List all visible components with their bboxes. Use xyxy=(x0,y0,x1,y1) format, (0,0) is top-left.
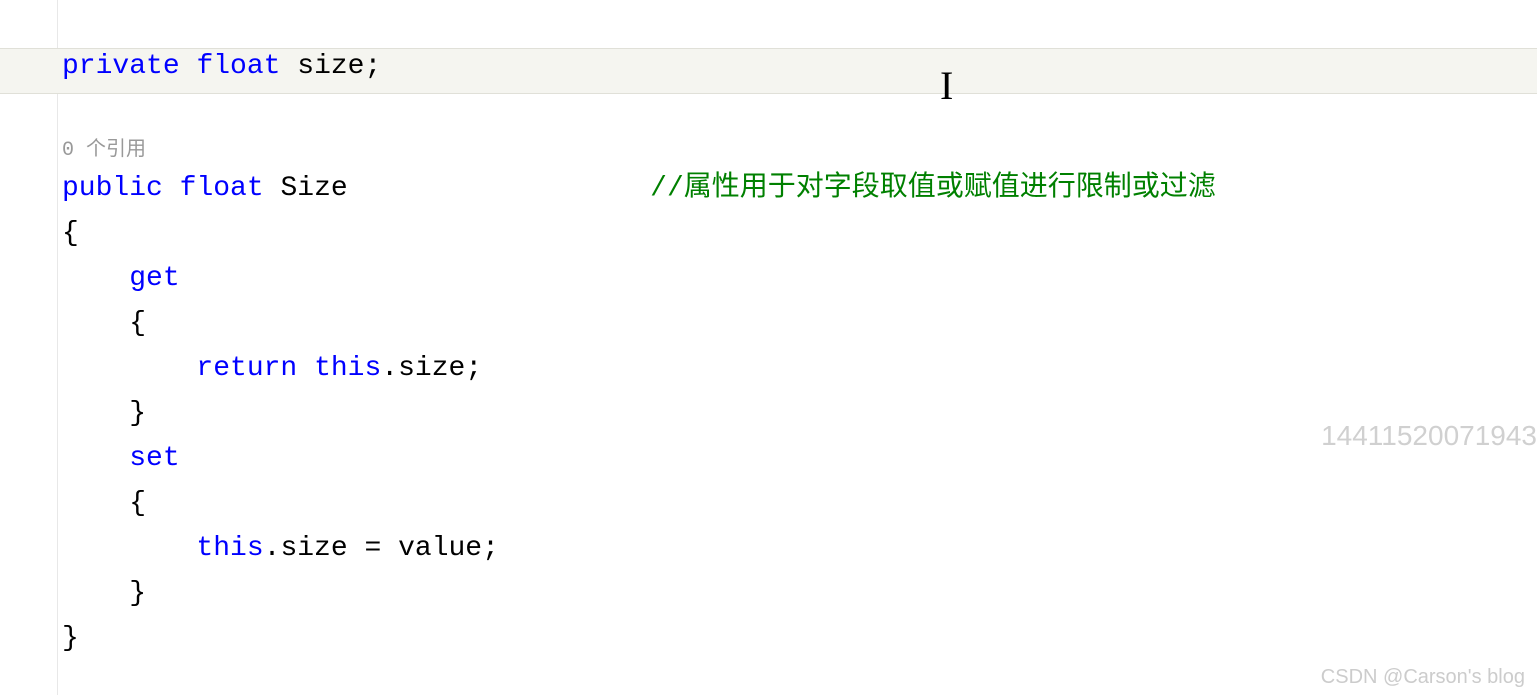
keyword-set: set xyxy=(129,443,179,474)
brace: } xyxy=(129,578,146,609)
code-line-brace-open[interactable]: { xyxy=(62,482,1537,527)
code-line-brace-open[interactable]: { xyxy=(62,212,1537,257)
brace: { xyxy=(62,218,79,249)
line-gutter xyxy=(0,0,58,695)
code-line-assign[interactable]: this.size = value; xyxy=(62,527,1537,572)
keyword-public: public xyxy=(62,173,163,204)
code-editor[interactable]: private float size; 0 个引用 public float S… xyxy=(62,0,1537,662)
code-line-brace-open[interactable]: { xyxy=(62,302,1537,347)
keyword-get: get xyxy=(129,263,179,294)
comment: //属性用于对字段取值或赋值进行限制或过滤 xyxy=(650,173,1216,204)
identifier-size: size xyxy=(280,533,347,564)
text-cursor-icon: I xyxy=(940,62,953,109)
keyword-this: this xyxy=(196,533,263,564)
code-line-field-decl[interactable]: private float size; xyxy=(62,45,1537,90)
dot: . xyxy=(264,533,281,564)
codelens-references[interactable]: 0 个引用 xyxy=(62,135,1537,167)
code-line-brace-close[interactable]: } xyxy=(62,617,1537,662)
dot: . xyxy=(381,353,398,384)
semicolon: ; xyxy=(465,353,482,384)
code-line-blank xyxy=(62,0,1537,45)
identifier-Size: Size xyxy=(280,173,347,204)
keyword-return: return xyxy=(196,353,297,384)
code-line-get[interactable]: get xyxy=(62,257,1537,302)
brace: { xyxy=(129,308,146,339)
identifier-size: size xyxy=(297,51,364,82)
equals: = xyxy=(348,533,398,564)
semicolon: ; xyxy=(482,533,499,564)
brace: { xyxy=(129,488,146,519)
brace: } xyxy=(62,623,79,654)
brace: } xyxy=(129,398,146,429)
code-line-set[interactable]: set xyxy=(62,437,1537,482)
watermark-csdn: CSDN @Carson's blog xyxy=(1321,666,1525,689)
keyword-float: float xyxy=(196,51,280,82)
code-line-property-decl[interactable]: public float Size //属性用于对字段取值或赋值进行限制或过滤 xyxy=(62,167,1537,212)
code-line-return[interactable]: return this.size; xyxy=(62,347,1537,392)
code-line-brace-close[interactable]: } xyxy=(62,392,1537,437)
keyword-private: private xyxy=(62,51,180,82)
identifier-value: value xyxy=(398,533,482,564)
code-line-blank xyxy=(62,90,1537,135)
code-line-brace-close[interactable]: } xyxy=(62,572,1537,617)
watermark-number: 14411520071943 xyxy=(1321,420,1537,452)
keyword-float: float xyxy=(180,173,264,204)
semicolon: ; xyxy=(364,51,381,82)
identifier-size: size xyxy=(398,353,465,384)
keyword-this: this xyxy=(314,353,381,384)
